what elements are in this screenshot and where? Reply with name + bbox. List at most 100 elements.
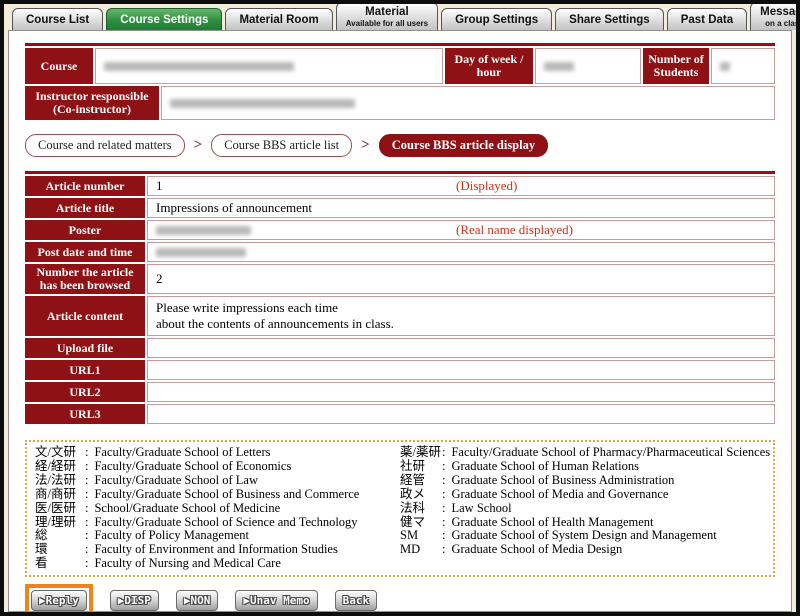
table-top-bar [25, 171, 775, 174]
tab-label: Group Settings [455, 14, 538, 26]
article-number-label: Article number [25, 176, 145, 196]
instructor-value-cell [161, 86, 775, 120]
browsed-value: 2 [147, 264, 775, 294]
legend-item: 総:Faculty of Policy Management [35, 529, 400, 543]
legend-abbr: 経管 [400, 474, 442, 488]
article-title-row: Article title Impressions of announcemen… [25, 198, 775, 218]
breadcrumb-course-related[interactable]: Course and related matters [25, 134, 185, 157]
legend-item: 社研:Graduate School of Human Relations [400, 460, 765, 474]
poster-label: Poster [25, 220, 145, 240]
tab-label: Message [760, 6, 800, 18]
legend-item: 経/経研: Faculty/Graduate School of Economic… [35, 460, 400, 474]
tab-bar: Course List Course Settings Material Roo… [4, 4, 796, 30]
non-button[interactable]: ▶NON [176, 590, 219, 611]
poster-value: (Real name displayed) [147, 220, 775, 240]
tab-course-list[interactable]: Course List [12, 8, 103, 30]
displayed-note: (Displayed) [456, 178, 517, 194]
upload-file-row: Upload file [25, 338, 775, 358]
legend-item: MD:Graduate School of Media Design [400, 543, 765, 557]
poster-row: Poster (Real name displayed) [25, 220, 775, 240]
window-frame: Course List Course Settings Material Roo… [0, 0, 800, 616]
reply-button[interactable]: ▶Reply [31, 590, 87, 611]
url3-label: URL3 [25, 404, 145, 424]
legend-item: 政メ:Graduate School of Media and Governan… [400, 488, 765, 502]
redacted-day-value [544, 62, 574, 71]
legend-item: 法/法研:Faculty/Graduate School of Law [35, 474, 400, 488]
students-value-cell [711, 48, 775, 84]
legend-abbr: 看 [35, 557, 85, 571]
legend-item: 看:Faculty of Nursing and Medical Care [35, 557, 400, 571]
course-label: Course [25, 48, 93, 84]
bottom-button-bar: ▶Reply ▶DISP ▶NON ▶Unav Memo Back [25, 584, 775, 612]
browsed-label: Number the article has been browsed [25, 264, 145, 294]
url2-row: URL2 [25, 382, 775, 402]
tab-label: Past Data [681, 14, 733, 26]
legend-name: Faculty/Graduate School of Economics [94, 460, 291, 474]
breadcrumb-separator: > [361, 137, 370, 154]
url2-label: URL2 [25, 382, 145, 402]
redacted-poster-value [156, 226, 251, 235]
faculty-legend-right-column: 薬/薬研:Faculty/Graduate School of Pharmacy… [400, 446, 765, 571]
url1-value [147, 360, 775, 380]
tab-sublabel: on a class [760, 19, 800, 28]
post-date-row: Post date and time [25, 242, 775, 262]
post-date-label: Post date and time [25, 242, 145, 262]
legend-separator: : [85, 516, 88, 530]
article-content-value: Please write impressions each time about… [147, 296, 775, 336]
article-title-value: Impressions of announcement [147, 198, 775, 218]
disp-button[interactable]: ▶DISP [110, 590, 159, 611]
legend-item: 理/理研:Faculty/Graduate School of Science … [35, 516, 400, 530]
article-number-row: Article number 1 (Displayed) [25, 176, 775, 196]
url3-row: URL3 [25, 404, 775, 424]
tab-group-settings[interactable]: Group Settings [441, 8, 552, 30]
tab-course-settings[interactable]: Course Settings [106, 8, 222, 30]
legend-abbr: 政メ [400, 488, 442, 502]
legend-separator: : [85, 460, 88, 474]
tab-label: Course Settings [120, 14, 208, 26]
redacted-course-value [104, 62, 294, 71]
article-table: Article number 1 (Displayed) Article tit… [25, 171, 775, 424]
redacted-date-value [156, 248, 246, 257]
legend-separator: : [442, 460, 445, 474]
tab-message[interactable]: Messageon a class [750, 2, 800, 30]
legend-name: Graduate School of Business Administrati… [451, 474, 674, 488]
url1-label: URL1 [25, 360, 145, 380]
redacted-instructor-value [170, 99, 355, 108]
legend-abbr: 文/文研 [35, 446, 85, 460]
legend-item: 薬/薬研:Faculty/Graduate School of Pharmacy… [400, 446, 765, 460]
legend-abbr: 医/医研 [35, 502, 85, 516]
legend-item: SM:Graduate School of System Design and … [400, 529, 765, 543]
legend-item: 環:Faculty of Environment and Information… [35, 543, 400, 557]
legend-separator: : [442, 474, 445, 488]
legend-abbr: 法科 [400, 502, 442, 516]
back-button[interactable]: Back [335, 590, 378, 611]
tab-past-data[interactable]: Past Data [667, 8, 747, 30]
table-top-bar [25, 43, 775, 46]
legend-name: Faculty of Nursing and Medical Care [94, 557, 280, 571]
legend-separator: : [85, 502, 88, 516]
breadcrumb-bbs-article-list[interactable]: Course BBS article list [211, 134, 352, 157]
legend-name: Graduate School of Media and Governance [451, 488, 668, 502]
legend-abbr: 環 [35, 543, 85, 557]
legend-abbr: MD [400, 543, 442, 557]
legend-separator: : [442, 543, 445, 557]
legend-abbr: 経/経研 [35, 460, 85, 474]
legend-abbr: 薬/薬研 [400, 446, 442, 460]
breadcrumb: Course and related matters > Course BBS … [25, 134, 775, 157]
article-content-line-1: Please write impressions each time [156, 300, 766, 316]
legend-abbr: 健マ [400, 516, 442, 530]
tab-share-settings[interactable]: Share Settings [555, 8, 664, 30]
legend-name: Faculty/Graduate School of Law [94, 474, 258, 488]
unav-memo-button[interactable]: ▶Unav Memo [235, 590, 317, 611]
legend-name: Graduate School of System Design and Man… [451, 529, 716, 543]
tab-material-room[interactable]: Material Room [225, 8, 332, 30]
article-number-value: 1 (Displayed) [147, 176, 775, 196]
legend-separator: : [85, 543, 88, 557]
course-header-row-2: Instructor responsible (Co-instructor) [25, 86, 775, 120]
tab-material-all-users[interactable]: MaterialAvailable for all users [336, 2, 438, 30]
legend-separator: : [442, 502, 445, 516]
legend-separator: : [85, 488, 88, 502]
article-content-line-2: about the contents of announcements in c… [156, 316, 766, 332]
legend-name: Faculty/Graduate School of Pharmacy/Phar… [451, 446, 770, 460]
day-of-week-label: Day of week / hour [445, 48, 533, 84]
